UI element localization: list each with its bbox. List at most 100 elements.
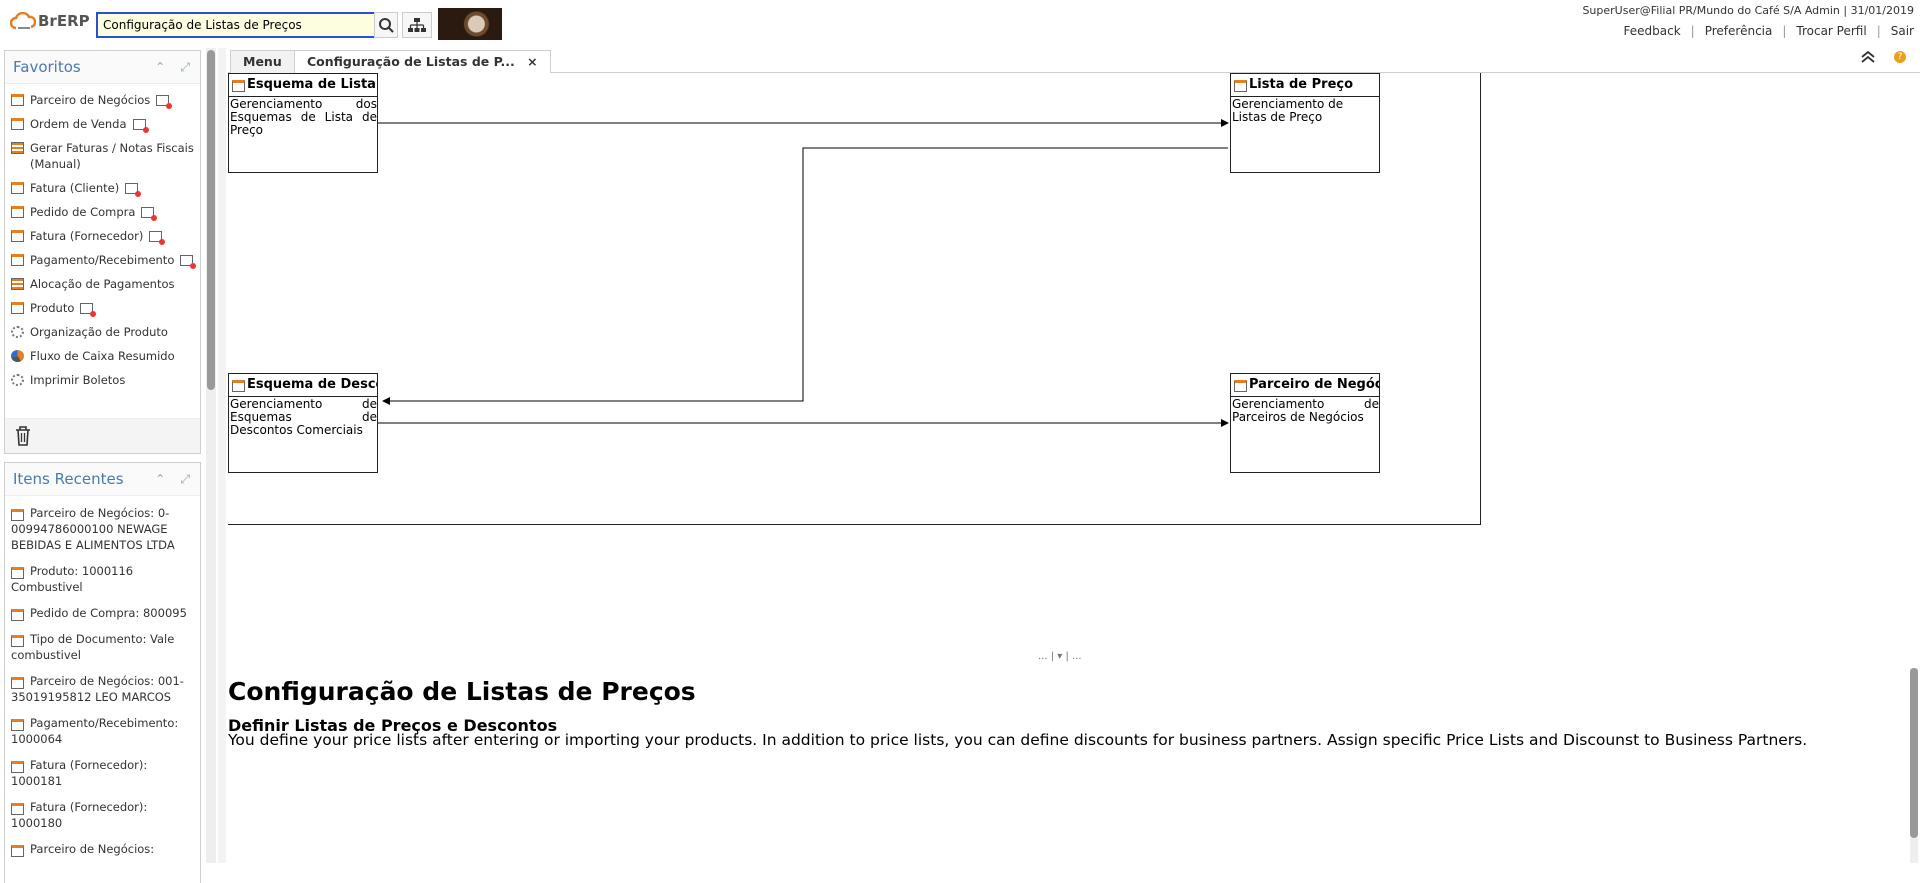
expand-icon[interactable]: ⤢ xyxy=(180,60,190,74)
new-record-icon[interactable] xyxy=(132,119,149,133)
company-logo-image xyxy=(438,8,502,40)
connector-pricelist-to-discount xyxy=(382,147,1228,405)
recent-item-label: Fatura (Fornecedor): 1000180 xyxy=(11,800,148,830)
node-title: Esquema de Lista xyxy=(247,77,376,92)
sidebar-splitter[interactable] xyxy=(218,48,226,863)
recent-items-title: Itens Recentes xyxy=(13,470,124,488)
new-record-icon[interactable] xyxy=(80,303,97,317)
trash-icon[interactable] xyxy=(13,425,33,447)
favorite-item-label: Pagamento/Recebimento xyxy=(30,253,175,267)
workflow-content: Esquema de Lista Gerenciamento dos Esque… xyxy=(228,73,1920,863)
expand-icon[interactable]: ⤢ xyxy=(180,472,190,486)
node-title: Parceiro de Negócios xyxy=(1249,377,1379,392)
switch-role-link[interactable]: Trocar Perfil xyxy=(1796,24,1866,38)
gear-icon xyxy=(11,326,24,338)
brerp-logo[interactable]: BrERP xyxy=(10,12,90,30)
top-links: Feedback | Preferência | Trocar Perfil | Sa… xyxy=(1623,24,1914,38)
node-discount-schema[interactable]: Esquema de Desconto Gerenciamento de Esq… xyxy=(228,373,378,473)
help-icon[interactable]: ? xyxy=(1894,51,1906,63)
favorite-item[interactable]: Fatura (Fornecedor) xyxy=(5,224,200,248)
content-scrollbar[interactable] xyxy=(1910,668,1918,863)
node-price-list[interactable]: Lista de Preço Gerenciamento de Listas d… xyxy=(1230,73,1380,173)
recent-items-panel: Itens Recentes ⌃ ⤢ Parceiro de Negócios:… xyxy=(4,462,201,883)
recent-item-label: Fatura (Fornecedor): 1000181 xyxy=(11,758,148,788)
favorite-item-label: Gerar Faturas / Notas Fiscais (Manual) xyxy=(30,141,194,171)
recent-item-label: Pedido de Compra: 800095 xyxy=(30,606,187,620)
node-description: Gerenciamento de Esquemas de Descontos C… xyxy=(230,397,377,437)
window-icon xyxy=(232,80,245,92)
user-context[interactable]: SuperUser@Filial PR/Mundo do Café S/A Ad… xyxy=(1582,4,1914,17)
recent-item[interactable]: Fatura (Fornecedor): 1000180 xyxy=(5,794,200,836)
favorite-item[interactable]: Fluxo de Caixa Resumido xyxy=(5,344,200,368)
recent-item[interactable]: Parceiro de Negócios: 001-35019195812 LE… xyxy=(5,668,200,710)
new-record-icon[interactable] xyxy=(156,95,173,109)
new-record-icon[interactable] xyxy=(149,231,166,245)
favorites-header: Favoritos ⌃ ⤢ xyxy=(5,51,200,84)
recent-item[interactable]: Fatura (Fornecedor): 1000181 xyxy=(5,752,200,794)
tab-menu[interactable]: Menu xyxy=(230,50,295,73)
pie-icon xyxy=(11,350,24,362)
feedback-link[interactable]: Feedback xyxy=(1624,24,1681,38)
node-price-list-schema[interactable]: Esquema de Lista Gerenciamento dos Esque… xyxy=(228,73,378,173)
menu-tree-button[interactable] xyxy=(402,12,432,38)
favorite-item[interactable]: Ordem de Venda xyxy=(5,112,200,136)
tab-price-list-config[interactable]: Configuração de Listas de P... × xyxy=(294,50,551,73)
search-icon xyxy=(379,18,394,33)
window-icon xyxy=(232,380,245,392)
panel-splitter-handle[interactable]: ... | ▾ | ... xyxy=(1038,651,1082,662)
recent-item-label: Parceiro de Negócios: 001-35019195812 LE… xyxy=(11,674,184,704)
close-tab-icon[interactable]: × xyxy=(527,54,537,69)
tab-label: Configuração de Listas de P... xyxy=(307,54,515,69)
recent-item[interactable]: Produto: 1000116 Combustivel xyxy=(5,558,200,600)
recent-items-header: Itens Recentes ⌃ ⤢ xyxy=(5,463,200,496)
favorite-item[interactable]: Parceiro de Negócios xyxy=(5,88,200,112)
favorite-item[interactable]: Imprimir Boletos xyxy=(5,368,200,392)
window-icon xyxy=(11,566,24,579)
new-record-icon[interactable] xyxy=(180,255,197,269)
node-description: Gerenciamento dos Esquemas de Lista de P… xyxy=(230,97,377,137)
recent-item-label: Pagamento/Recebimento: 1000064 xyxy=(11,716,179,746)
gear-icon xyxy=(11,374,24,386)
window-icon xyxy=(11,94,24,106)
favorite-item[interactable]: Organização de Produto xyxy=(5,320,200,344)
favorite-item[interactable]: Produto xyxy=(5,296,200,320)
favorite-item-label: Fluxo de Caixa Resumido xyxy=(30,349,175,363)
recent-item[interactable]: Parceiro de Negócios: 0-00994786000100 N… xyxy=(5,500,200,558)
logout-link[interactable]: Sair xyxy=(1891,24,1914,38)
recent-item[interactable]: Tipo de Documento: Vale combustivel xyxy=(5,626,200,668)
window-icon xyxy=(11,760,24,773)
favorite-item[interactable]: Fatura (Cliente) xyxy=(5,176,200,200)
cloud-logo-icon xyxy=(10,12,36,30)
recent-item[interactable]: Pagamento/Recebimento: 1000064 xyxy=(5,710,200,752)
logo-text: BrERP xyxy=(38,12,90,30)
favorite-item[interactable]: Gerar Faturas / Notas Fiscais (Manual) xyxy=(5,136,200,176)
window-icon xyxy=(11,254,24,266)
recent-item[interactable]: Pedido de Compra: 800095 xyxy=(5,600,200,626)
window-icon xyxy=(1234,80,1247,92)
favorite-item[interactable]: Pedido de Compra xyxy=(5,200,200,224)
favorite-item[interactable]: Pagamento/Recebimento xyxy=(5,248,200,272)
window-icon xyxy=(11,230,24,242)
workflow-diagram: Esquema de Lista Gerenciamento dos Esque… xyxy=(228,73,1481,525)
sidebar-scrollbar[interactable] xyxy=(206,48,216,863)
preferences-link[interactable]: Preferência xyxy=(1705,24,1773,38)
window-icon xyxy=(11,118,24,130)
collapse-icon[interactable]: ⌃ xyxy=(155,472,165,486)
favorite-item-label: Organização de Produto xyxy=(30,325,168,339)
window-icon xyxy=(11,844,24,857)
new-record-icon[interactable] xyxy=(125,183,142,197)
search-button[interactable] xyxy=(374,12,398,38)
global-search-input[interactable]: Configuração de Listas de Preços xyxy=(96,12,379,38)
recent-item[interactable]: Parceiro de Negócios: xyxy=(5,836,200,862)
window-icon xyxy=(11,634,24,647)
collapse-icon[interactable]: ⌃ xyxy=(155,60,165,74)
node-business-partner[interactable]: Parceiro de Negócios Gerenciamento de Pa… xyxy=(1230,373,1380,473)
tab-bar: Menu Configuração de Listas de P... × ? xyxy=(228,48,1920,73)
report-icon xyxy=(11,278,24,290)
report-icon xyxy=(11,142,24,154)
favorite-item[interactable]: Alocação de Pagamentos xyxy=(5,272,200,296)
new-record-icon[interactable] xyxy=(141,207,158,221)
window-icon xyxy=(11,718,24,731)
chevron-up-double-icon[interactable] xyxy=(1860,50,1876,64)
window-icon xyxy=(11,608,24,621)
